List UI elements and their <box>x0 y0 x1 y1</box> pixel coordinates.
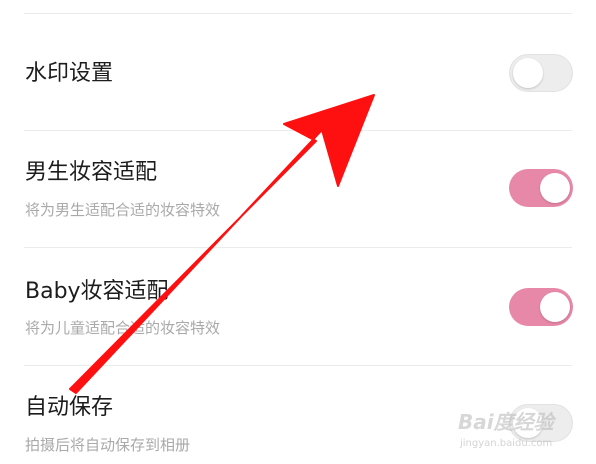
setting-title: 水印设置 <box>25 61 114 86</box>
toggle-knob <box>513 58 543 88</box>
male-makeup-toggle[interactable] <box>509 169 573 207</box>
setting-title: 男生妆容适配 <box>25 160 158 185</box>
watermark-brand: Bai度经验 <box>458 410 554 434</box>
setting-title: Baby妆容适配 <box>25 279 169 304</box>
setting-subtitle: 拍摄后将自动保存到相册 <box>25 436 191 454</box>
watermark-url: jingyan.baidu.com <box>460 438 553 449</box>
baby-makeup-toggle[interactable] <box>509 288 573 326</box>
setting-subtitle: 将为儿童适配合适的妆容特效 <box>25 319 221 337</box>
setting-row-watermark[interactable]: 水印设置 <box>0 14 596 130</box>
setting-subtitle: 将为男生适配合适的妆容特效 <box>25 201 221 219</box>
watermark: Bai度经验 jingyan.baidu.com <box>458 404 578 460</box>
setting-row-male-makeup[interactable]: 男生妆容适配 将为男生适配合适的妆容特效 <box>0 131 596 247</box>
watermark-toggle[interactable] <box>509 54 573 92</box>
toggle-knob <box>540 173 570 203</box>
setting-title: 自动保存 <box>25 395 114 420</box>
setting-row-baby-makeup[interactable]: Baby妆容适配 将为儿童适配合适的妆容特效 <box>0 248 596 365</box>
toggle-knob <box>540 292 570 322</box>
